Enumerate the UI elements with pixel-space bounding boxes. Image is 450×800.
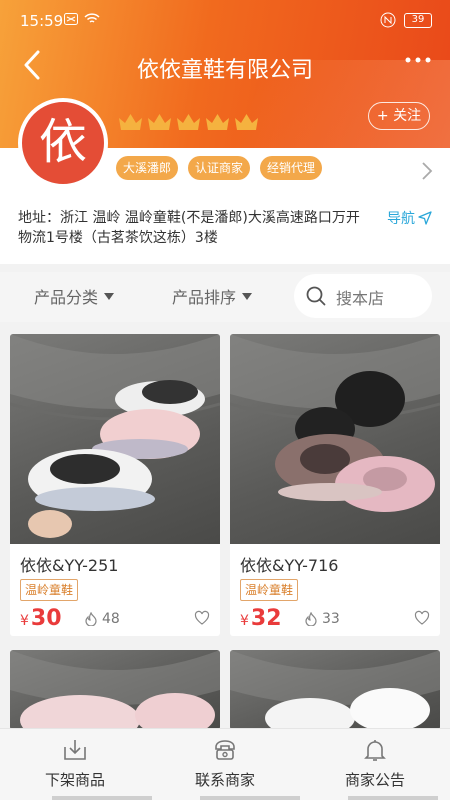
more-menu-button[interactable] <box>404 52 432 76</box>
status-time: 15:59 <box>20 12 64 30</box>
product-name: 依依&YY-716 <box>240 556 339 575</box>
filter-bar: 产品分类 产品排序 搜本店 <box>0 272 450 322</box>
price-currency: ¥ <box>240 613 249 629</box>
status-bar: 15:59 39 <box>0 0 450 40</box>
crown-icon <box>206 114 229 130</box>
product-image <box>10 650 220 730</box>
store-tag: 大溪潘郎 <box>116 156 179 180</box>
contact-merchant-button[interactable]: 联系商家 <box>150 737 300 790</box>
category-filter[interactable]: 产品分类 <box>34 284 115 308</box>
product-card[interactable] <box>10 650 220 730</box>
product-tag: 温岭童鞋 <box>20 579 79 601</box>
follow-button[interactable]: + 关注 <box>368 102 430 130</box>
product-image <box>230 650 440 730</box>
product-price: ¥ 32 <box>240 606 282 631</box>
battery-icon: 39 <box>404 12 432 28</box>
product-photo-shoes <box>10 650 220 730</box>
product-card[interactable] <box>230 650 440 730</box>
favorite-heart-icon[interactable] <box>414 610 430 626</box>
store-logo: 依 <box>18 98 108 188</box>
status-right: 39 <box>380 12 432 28</box>
product-photo-shoes <box>10 334 220 538</box>
store-search-input[interactable]: 搜本店 <box>294 274 432 318</box>
search-icon <box>306 286 326 306</box>
gesture-segment <box>348 796 438 800</box>
bell-icon <box>364 740 386 761</box>
product-card[interactable]: 依依&YY-716 温岭童鞋 ¥ 32 33 <box>230 334 440 636</box>
crown-icon <box>177 114 200 130</box>
flame-icon <box>305 612 317 626</box>
favorite-heart-icon[interactable] <box>194 610 210 626</box>
price-value: 30 <box>30 606 62 631</box>
flame-icon <box>85 612 97 626</box>
price-value: 32 <box>250 606 282 631</box>
navigate-button[interactable]: 导航 <box>387 208 432 228</box>
status-icons <box>64 13 100 25</box>
wifi-icon <box>84 13 100 23</box>
store-tag: 认证商家 <box>188 156 251 180</box>
message-icon <box>64 13 78 25</box>
product-photo-shoes <box>230 334 440 512</box>
dropdown-triangle-icon <box>242 292 253 300</box>
category-filter-label: 产品分类 <box>34 288 99 307</box>
popularity-count: 48 <box>102 611 120 627</box>
crown-icon <box>119 114 142 130</box>
product-image <box>230 334 440 544</box>
store-address: 地址：浙江 温岭 温岭童鞋(不是潘郎)大溪高速路口万开物流1号楼（古茗茶饮这栋）… <box>18 210 360 246</box>
product-popularity: 48 <box>84 611 120 627</box>
merchant-notice-button[interactable]: 商家公告 <box>300 737 450 790</box>
store-tags: 大溪潘郎 认证商家 经销代理 <box>116 156 323 180</box>
crown-icon <box>235 114 258 130</box>
more-dots-icon <box>405 57 431 63</box>
crown-icon <box>148 114 171 130</box>
store-tag: 经销代理 <box>260 156 323 180</box>
navigate-label: 导航 <box>387 211 415 227</box>
product-tag: 温岭童鞋 <box>240 579 299 601</box>
bottom-item-label: 商家公告 <box>344 771 405 789</box>
bottom-item-label: 下架商品 <box>44 771 105 789</box>
product-image <box>10 334 220 544</box>
chevron-right-icon[interactable] <box>420 160 434 182</box>
popularity-count: 33 <box>322 611 340 627</box>
nfc-icon <box>380 12 396 28</box>
store-rating-crowns <box>118 112 259 132</box>
bottom-item-label: 联系商家 <box>194 771 255 789</box>
sort-filter[interactable]: 产品排序 <box>172 284 253 308</box>
sort-filter-label: 产品排序 <box>172 288 237 307</box>
navigate-arrow-icon <box>418 211 432 225</box>
product-popularity: 33 <box>304 611 340 627</box>
product-card[interactable]: 依依&YY-251 温岭童鞋 ¥ 30 48 <box>10 334 220 636</box>
product-name: 依依&YY-251 <box>20 556 119 575</box>
delist-products-button[interactable]: 下架商品 <box>0 737 150 790</box>
gesture-segment <box>52 796 152 800</box>
price-currency: ¥ <box>20 613 29 629</box>
search-placeholder: 搜本店 <box>336 289 385 308</box>
page-title: 依依童鞋有限公司 <box>136 58 313 83</box>
product-price: ¥ 30 <box>20 606 62 631</box>
download-icon <box>64 740 86 760</box>
dropdown-triangle-icon <box>104 292 115 300</box>
bottom-action-bar: 下架商品 联系商家 商家公告 <box>0 728 450 800</box>
gesture-bar <box>0 796 450 800</box>
phone-icon <box>215 740 235 760</box>
gesture-segment <box>200 796 300 800</box>
product-photo-shoes <box>230 650 440 730</box>
